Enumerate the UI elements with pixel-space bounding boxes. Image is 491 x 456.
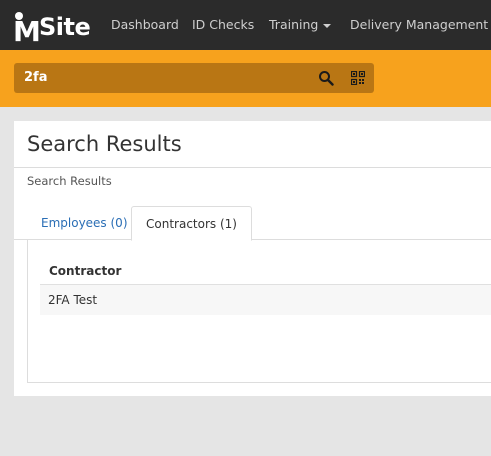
search-icon[interactable] <box>318 70 334 86</box>
search-bar: 2fa <box>0 50 491 107</box>
breadcrumb: Search Results <box>27 174 112 188</box>
chevron-down-icon <box>323 23 332 28</box>
page-title: Search Results <box>27 132 182 156</box>
top-navbar: M Site Dashboard ID Checks Training Deli… <box>0 0 491 50</box>
title-divider <box>14 167 491 168</box>
logo-wordmark: Site <box>39 13 91 41</box>
nav-delivery-management-label: Delivery Management <box>350 17 489 32</box>
nav-training-label: Training <box>269 17 319 32</box>
tab-employees[interactable]: Employees (0) <box>41 206 128 240</box>
logo-letter-m: M <box>13 15 41 48</box>
tab-contractors[interactable]: Contractors (1) <box>131 206 252 241</box>
nav-delivery-management[interactable]: Delivery Management <box>350 0 488 50</box>
nav-id-checks[interactable]: ID Checks <box>192 0 254 50</box>
table-row[interactable]: 2FA Test <box>40 285 491 315</box>
contractor-name-cell[interactable]: 2FA Test <box>48 292 97 308</box>
logo-mark: M <box>13 12 43 46</box>
search-input-value: 2fa <box>24 70 48 85</box>
msite-logo[interactable]: M Site <box>13 8 91 46</box>
nav-id-checks-label: ID Checks <box>192 17 255 32</box>
column-header-contractor[interactable]: Contractor <box>49 263 121 279</box>
search-results-panel: Search Results Search Results Employees … <box>14 121 491 396</box>
nav-dashboard[interactable]: Dashboard <box>111 0 179 50</box>
nav-training-dropdown[interactable]: Training <box>269 0 332 50</box>
nav-dashboard-label: Dashboard <box>111 17 179 32</box>
search-input[interactable]: 2fa <box>14 63 374 93</box>
qr-code-icon[interactable] <box>351 71 365 85</box>
